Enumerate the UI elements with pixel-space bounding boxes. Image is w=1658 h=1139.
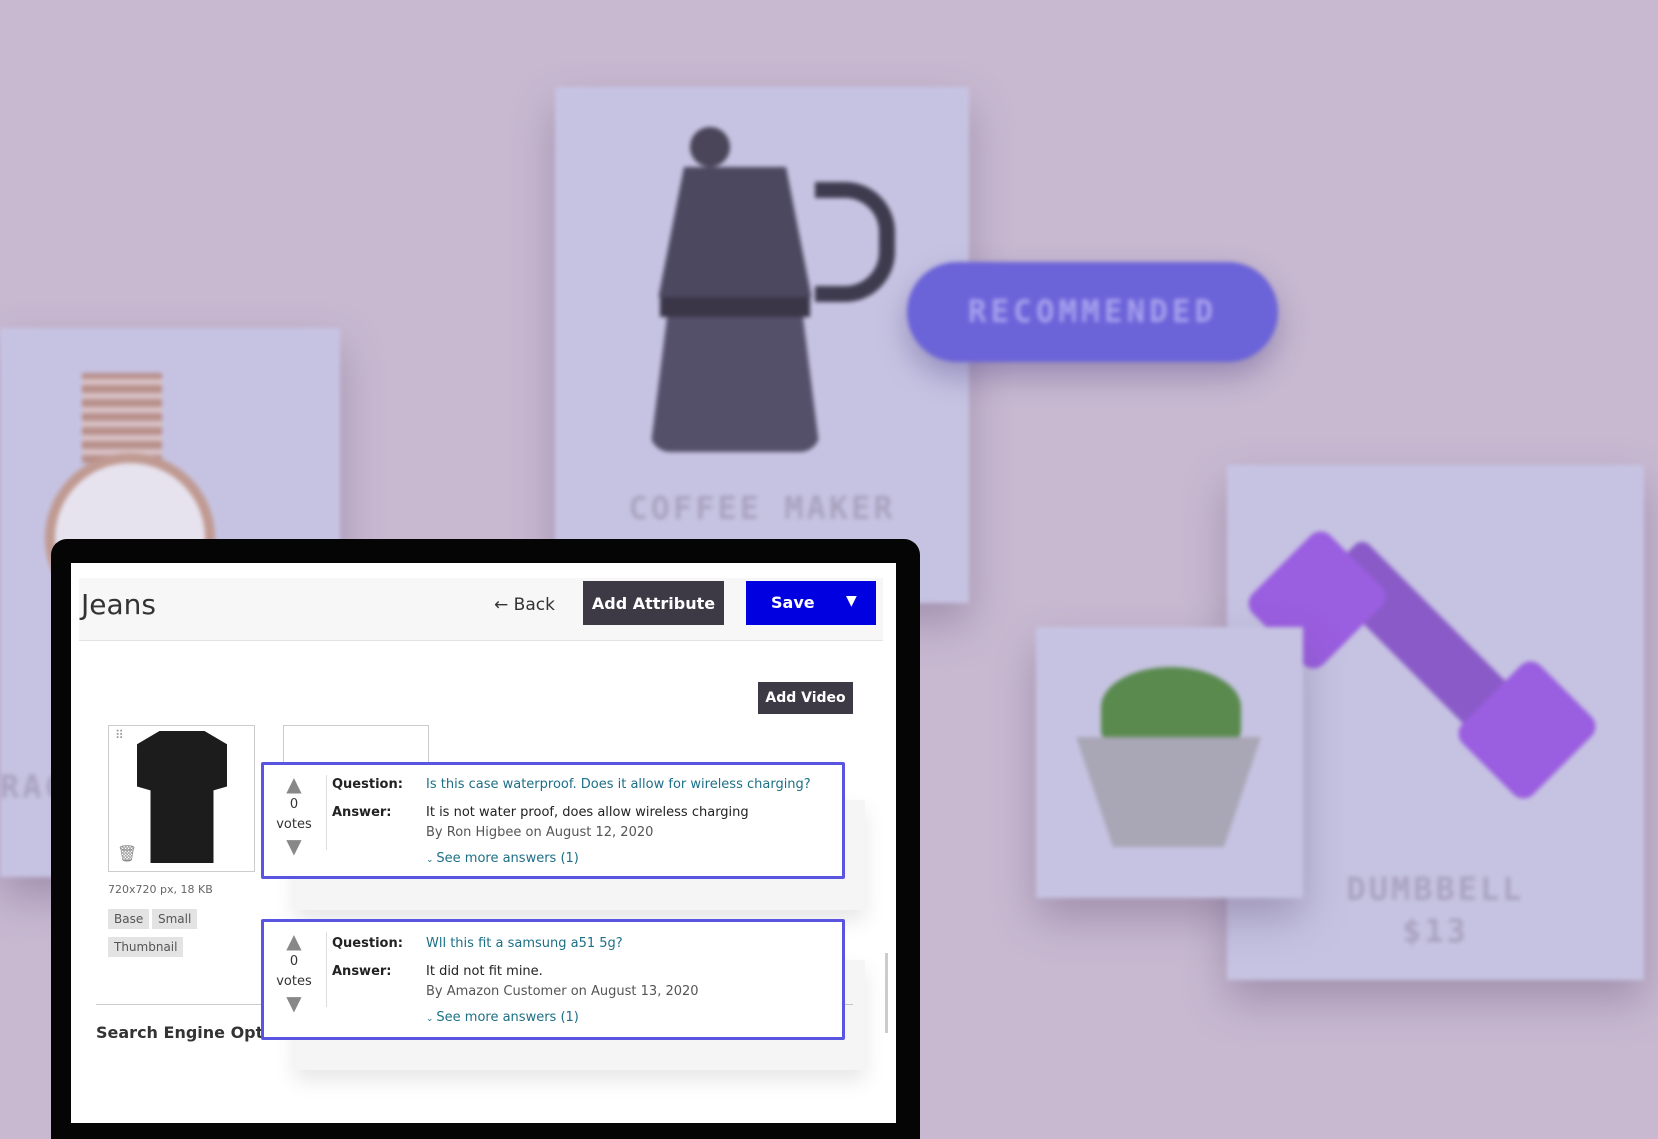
upvote-icon[interactable]: ▲ [274, 930, 314, 952]
image-placeholder[interactable] [283, 725, 429, 765]
vote-widget: ▲ 0 votes ▼ [274, 930, 314, 1014]
qa-card: ▲ 0 votes ▼ Question: Wll this fit a sam… [261, 919, 845, 1040]
chevron-down-icon[interactable]: ▼ [846, 593, 857, 609]
back-label: Back [513, 595, 555, 615]
back-button[interactable]: ← Back [494, 595, 555, 615]
see-more-label: See more answers (1) [436, 1010, 579, 1025]
votes-label: votes [276, 817, 312, 832]
question-link[interactable]: Wll this fit a samsung a51 5g? [426, 936, 623, 951]
answer-byline: By Amazon Customer on August 13, 2020 [426, 984, 699, 999]
answer-text: It did not fit mine. [426, 964, 543, 979]
answer-label: Answer: [332, 964, 392, 979]
downvote-icon[interactable]: ▼ [274, 835, 314, 857]
scrollbar[interactable] [885, 953, 888, 1033]
page-title: Jeans [81, 588, 156, 621]
recommended-badge: RECOMMENDED [907, 262, 1278, 362]
watch-band [82, 373, 162, 463]
role-tag-small[interactable]: Small [152, 909, 198, 929]
vote-count: 0 [289, 954, 299, 969]
coffee-base [650, 317, 820, 452]
drag-handle-icon[interactable]: ⠿ [115, 729, 124, 741]
plant-leaves [1101, 667, 1241, 747]
dumbbell-price: $13 [1402, 912, 1469, 950]
vote-count: 0 [289, 797, 299, 812]
role-tag-thumbnail[interactable]: Thumbnail [108, 937, 184, 957]
coffee-knob [690, 127, 730, 167]
save-button[interactable]: Save [771, 593, 815, 612]
tshirt-image [137, 731, 227, 863]
coffee-handle [815, 182, 895, 302]
divider [326, 932, 327, 1007]
add-video-button[interactable]: Add Video [758, 682, 853, 714]
image-info: 720x720 px, 18 KB [108, 883, 213, 896]
question-label: Question: [332, 936, 403, 951]
plant-pot [1076, 737, 1261, 847]
plant-card [1036, 627, 1303, 898]
see-more-answers-link[interactable]: ⌄ See more answers (1) [426, 851, 579, 866]
coffee-maker-card: COFFEE MAKER [555, 87, 969, 603]
answer-text: It is not water proof, does allow wirele… [426, 805, 749, 820]
page-header: Jeans ← Back Add Attribute Save ▼ [79, 578, 883, 641]
chevron-down-icon: ⌄ [426, 855, 437, 865]
question-link[interactable]: Is this case waterproof. Does it allow f… [426, 777, 811, 792]
add-attribute-button[interactable]: Add Attribute [583, 581, 724, 625]
qa-card: ▲ 0 votes ▼ Question: Is this case water… [261, 762, 845, 879]
answer-byline: By Ron Higbee on August 12, 2020 [426, 825, 654, 840]
answer-label: Answer: [332, 805, 392, 820]
role-tag-base[interactable]: Base [108, 909, 150, 929]
votes-label: votes [276, 974, 312, 989]
save-button-group: Save ▼ [746, 581, 876, 625]
arrow-left-icon: ← [494, 595, 514, 615]
chevron-down-icon: ⌄ [426, 1014, 437, 1024]
coffee-ring [660, 297, 810, 317]
upvote-icon[interactable]: ▲ [274, 773, 314, 795]
coffee-top [658, 167, 812, 297]
see-more-label: See more answers (1) [436, 851, 579, 866]
trash-icon[interactable]: 🗑 [117, 844, 137, 863]
vote-widget: ▲ 0 votes ▼ [274, 773, 314, 857]
product-image[interactable]: ⠿ 🗑 [108, 725, 255, 872]
question-label: Question: [332, 777, 403, 792]
see-more-answers-link[interactable]: ⌄ See more answers (1) [426, 1010, 579, 1025]
downvote-icon[interactable]: ▼ [274, 992, 314, 1014]
coffee-maker-label: COFFEE MAKER [628, 489, 896, 527]
divider [326, 775, 327, 850]
